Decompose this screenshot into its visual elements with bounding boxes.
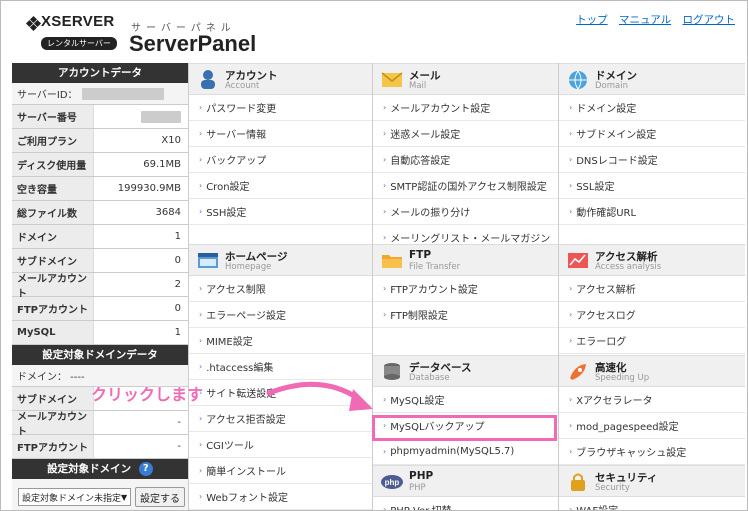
server-panel-page: XSERVER レンタルサーバー サーバーパネル ServerPanel トップ… bbox=[0, 0, 748, 511]
callout-text: クリックします bbox=[91, 385, 204, 404]
callout-arrow-icon bbox=[266, 381, 373, 411]
